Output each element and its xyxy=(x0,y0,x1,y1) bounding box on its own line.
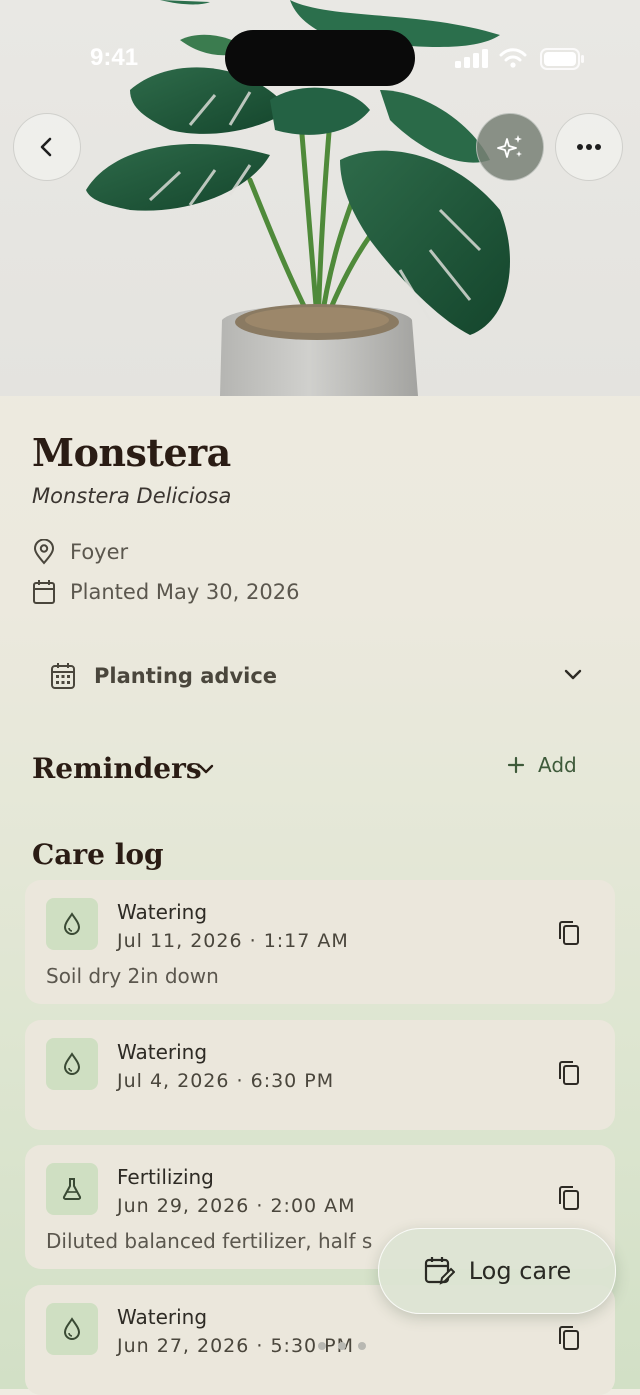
log-care-label: Log care xyxy=(468,1257,572,1285)
plus-icon xyxy=(507,756,525,774)
wifi-icon xyxy=(499,48,527,68)
plant-name: Monstera xyxy=(32,430,231,475)
copy-icon[interactable] xyxy=(557,920,581,946)
dynamic-island xyxy=(225,30,415,86)
log-care-button[interactable]: Log care xyxy=(378,1228,616,1314)
entry-type-icon xyxy=(46,1303,98,1355)
reminders-heading[interactable]: Reminders xyxy=(32,752,202,785)
cellular-signal-icon xyxy=(455,49,488,68)
entry-datetime: Jul 11, 2026 · 1:17 AM xyxy=(117,930,349,952)
entry-note: Diluted balanced fertilizer, half s xyxy=(46,1229,373,1253)
back-button[interactable] xyxy=(13,113,81,181)
entry-type-icon xyxy=(46,1038,98,1090)
entry-datetime: Jul 4, 2026 · 6:30 PM xyxy=(117,1070,335,1092)
entry-type: Watering xyxy=(117,1040,208,1064)
chevron-down-icon[interactable] xyxy=(196,760,216,780)
planted-date: Planted May 30, 2026 xyxy=(70,580,300,604)
entry-type: Fertilizing xyxy=(117,1165,214,1189)
water-drop-icon xyxy=(63,1052,81,1075)
water-drop-icon xyxy=(63,1317,81,1340)
entry-datetime: Jun 29, 2026 · 2:00 AM xyxy=(117,1195,356,1217)
flask-icon xyxy=(62,1178,82,1200)
location-row: Foyer xyxy=(32,539,128,565)
calendar-icon xyxy=(33,580,55,604)
ai-assistant-button[interactable] xyxy=(476,113,544,181)
planting-advice-label: Planting advice xyxy=(94,664,278,688)
water-drop-icon xyxy=(63,912,81,935)
planting-advice-toggle[interactable]: Planting advice xyxy=(50,650,590,702)
location-text: Foyer xyxy=(70,540,129,564)
chevron-down-icon xyxy=(564,669,582,680)
map-pin-icon xyxy=(33,539,55,565)
plant-photo: 9:41 xyxy=(0,0,640,396)
calendar-grid-icon xyxy=(51,663,75,689)
copy-icon[interactable] xyxy=(557,1185,581,1211)
planted-row: Planted May 30, 2026 xyxy=(32,579,299,605)
more-options-button[interactable] xyxy=(555,113,623,181)
add-reminder-label: Add xyxy=(538,753,577,777)
care-log-entry[interactable]: Watering Jul 11, 2026 · 1:17 AM Soil dry… xyxy=(25,880,615,1004)
more-horizontal-icon xyxy=(577,144,601,150)
copy-icon[interactable] xyxy=(557,1325,581,1351)
status-bar: 9:41 xyxy=(0,0,640,118)
care-log-entry[interactable]: Watering Jul 4, 2026 · 6:30 PM xyxy=(25,1020,615,1130)
battery-icon xyxy=(540,48,584,70)
plant-scientific-name: Monstera Deliciosa xyxy=(32,484,232,508)
calendar-edit-icon xyxy=(424,1257,455,1285)
copy-icon[interactable] xyxy=(557,1060,581,1086)
chevron-left-icon xyxy=(40,137,52,157)
entry-type-icon xyxy=(46,898,98,950)
entry-note: Soil dry 2in down xyxy=(46,964,219,988)
care-log-heading: Care log xyxy=(32,838,164,871)
sparkles-icon xyxy=(497,135,522,158)
status-time: 9:41 xyxy=(90,44,139,71)
add-reminder-button[interactable]: Add xyxy=(506,753,577,777)
entry-type: Watering xyxy=(117,1305,208,1329)
page-indicator xyxy=(318,1342,366,1350)
entry-type: Watering xyxy=(117,900,208,924)
entry-type-icon xyxy=(46,1163,98,1215)
